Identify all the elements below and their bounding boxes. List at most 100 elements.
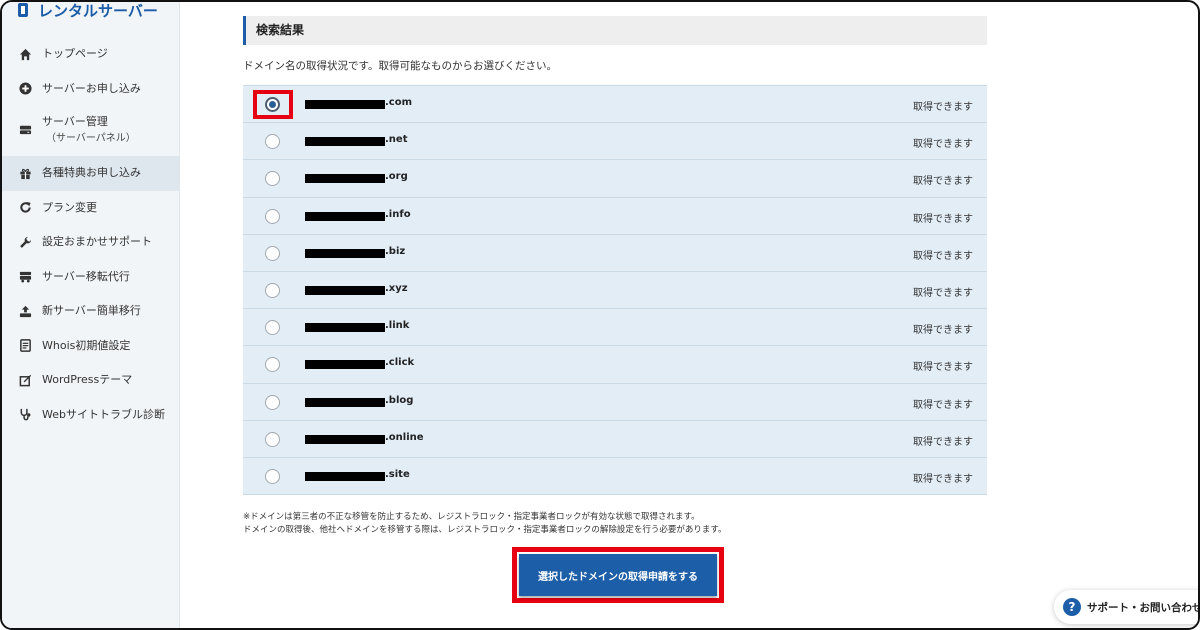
domain-tld: .com [385,97,413,108]
wrench-icon [18,235,32,249]
domain-tld: .info [385,208,411,220]
domain-row[interactable]: .online 取得できます [243,420,987,458]
domain-radio[interactable] [265,245,280,261]
domain-tld: .site [385,468,410,480]
home-icon [18,47,32,61]
domain-row[interactable]: .org 取得できます [243,160,987,198]
availability-status: 取得できます [913,176,973,188]
submit-domain-application-button[interactable]: 選択したドメインの取得申請をする [519,554,717,596]
sidebar-item-benefits[interactable]: 各種特典お申し込み [2,156,180,191]
brand-title: レンタルサーバー [38,1,158,20]
sidebar-item-label: サーバーお申し込み [42,81,141,95]
domain-radio[interactable] [265,282,280,298]
sidebar-item-label: サーバー移転代行 [42,269,130,283]
redacted-domain-name [305,100,385,109]
sidebar-item-setup-support[interactable]: 設定おまかせサポート [2,225,180,260]
availability-status: 取得できます [913,325,973,337]
domain-radio[interactable] [265,394,280,410]
domain-tld: .click [385,357,415,369]
edit-icon [18,373,32,387]
sidebar: レンタルサーバー トップページ サーバーお申し込み サーバー管理 （サーバーパネ… [2,1,180,628]
domain-radio[interactable] [265,171,280,187]
availability-status: 取得できます [913,102,973,113]
sidebar-item-server-panel[interactable]: サーバー管理 （サーバーパネル） [2,106,180,156]
stethoscope-icon [18,408,32,422]
domain-row[interactable]: .com 取得できます [243,86,987,124]
redacted-domain-name [305,434,385,444]
sidebar-item-label: 新サーバー簡単移行 [42,304,141,317]
domain-row[interactable]: .blog 取得できます [243,383,987,421]
sidebar-item-label: 各種特典お申し込み [42,166,141,179]
plus-circle-icon [18,82,32,96]
redacted-domain-name [305,471,385,481]
domain-radio[interactable] [265,97,280,112]
redacted-domain-name [305,397,385,407]
sidebar-item-whois[interactable]: Whois初期値設定 [2,329,180,364]
domain-row[interactable]: .site 取得できます [243,457,987,496]
domain-tld: .online [385,431,424,443]
sidebar-item-label: トップページ [42,47,108,60]
sidebar-item-sublabel: （サーバーパネル） [46,133,136,144]
truck-icon [18,270,32,284]
availability-status: 取得できます [913,250,973,262]
availability-status: 取得できます [913,362,973,374]
redacted-domain-name [305,174,385,184]
availability-status: 取得できます [913,436,973,448]
note-line: ドメインの取得後、他社へドメインを移管する際は、レジストラロック・指定事業者ロッ… [243,525,727,535]
sidebar-item-easy-migration[interactable]: 新サーバー簡単移行 [2,294,180,329]
domain-tld: .link [385,320,410,332]
document-icon [18,339,32,353]
domain-row[interactable]: .biz 取得できます [243,234,987,272]
redacted-domain-name [305,211,385,221]
results-description: ドメイン名の取得状況です。取得可能なものからお選びください。 [243,60,557,72]
domain-row[interactable]: .link 取得できます [243,309,987,347]
support-contact-button[interactable]: ? サポート・お問い合わせ [1054,590,1200,624]
brand-logo[interactable]: レンタルサーバー [18,1,158,22]
availability-status: 取得できます [913,213,973,225]
sidebar-item-label: WordPressテーマ [42,373,133,386]
sidebar-nav: トップページ サーバーお申し込み サーバー管理 （サーバーパネル） 各種特典お申… [2,37,180,432]
gift-icon [18,166,32,180]
sidebar-item-label: プラン変更 [42,200,97,214]
sidebar-item-label: 設定おまかせサポート [42,235,152,248]
question-icon: ? [1063,598,1081,616]
domain-tld: .blog [385,394,414,406]
domain-radio[interactable] [265,134,280,150]
sidebar-item-top[interactable]: トップページ [2,37,180,72]
note-line: ※ドメインは第三者の不正な移管を防止するため、レジストラロック・指定事業者ロック… [243,512,700,522]
domain-row[interactable]: .click 取得できます [243,346,987,384]
sidebar-item-label: Webサイトトラブル診断 [42,407,165,421]
domain-radio[interactable] [265,431,280,447]
domain-row[interactable]: .info 取得できます [243,197,987,235]
sidebar-item-label: Whois初期値設定 [42,338,131,352]
section-title: 検索結果 [243,16,987,45]
domain-row[interactable]: .net 取得できます [243,123,987,161]
domain-radio[interactable] [265,320,280,336]
sidebar-item-label: サーバー管理 [42,115,108,128]
availability-status: 取得できます [913,473,973,485]
availability-status: 取得できます [913,139,973,151]
availability-status: 取得できます [913,287,973,299]
redacted-domain-name [305,323,385,333]
brand-icon [18,3,28,17]
sidebar-item-site-diagnosis[interactable]: Webサイトトラブル診断 [2,398,180,433]
domain-row[interactable]: .xyz 取得できます [243,271,987,310]
sidebar-item-migration-service[interactable]: サーバー移転代行 [2,260,180,295]
sidebar-item-plan-change[interactable]: プラン変更 [2,191,180,226]
redacted-domain-name [305,248,385,258]
domain-results-list: .com 取得できます .net 取得できます .org 取得できます .inf… [243,85,987,496]
support-label: サポート・お問い合わせ [1087,601,1200,614]
upload-icon [18,304,32,318]
sidebar-item-server-order[interactable]: サーバーお申し込み [2,72,180,107]
redacted-domain-name [305,137,385,147]
lock-notes: ※ドメインは第三者の不正な移管を防止するため、レジストラロック・指定事業者ロック… [243,511,727,537]
domain-tld: .net [385,134,408,146]
app-window: レンタルサーバー トップページ サーバーお申し込み サーバー管理 （サーバーパネ… [0,0,1200,630]
sidebar-item-wordpress-theme[interactable]: WordPressテーマ [2,363,180,398]
domain-radio[interactable] [265,208,280,224]
domain-tld: .xyz [385,282,408,294]
domain-radio[interactable] [265,468,280,484]
domain-tld: .org [385,171,408,183]
domain-radio[interactable] [265,357,280,373]
refresh-icon [18,201,32,215]
